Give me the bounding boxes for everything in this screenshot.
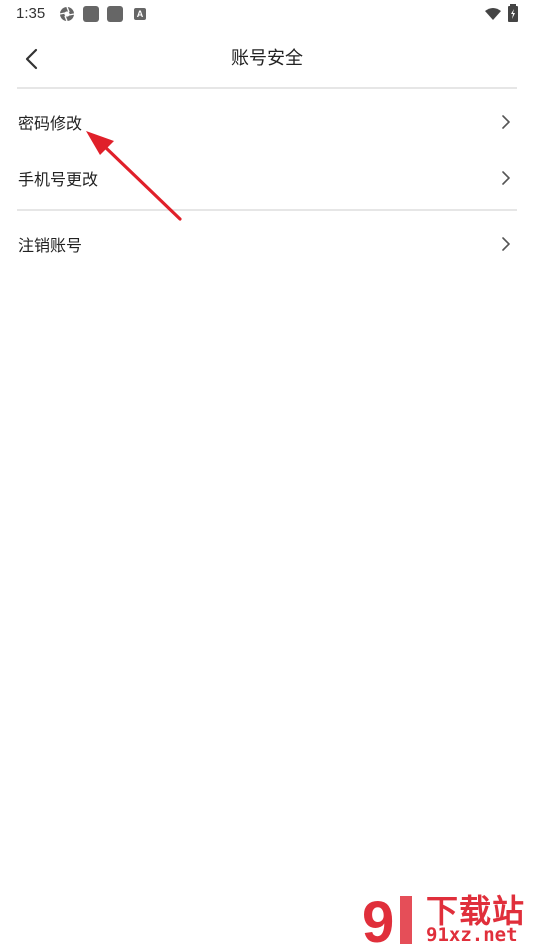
status-bar: 1:35 A bbox=[0, 0, 534, 28]
a-badge-icon: A bbox=[134, 8, 146, 20]
battery-icon bbox=[508, 4, 518, 22]
chevron-right-icon bbox=[502, 237, 510, 251]
menu-item-change-password[interactable]: 密码修改 bbox=[0, 94, 534, 150]
aperture-icon bbox=[59, 6, 75, 22]
status-time: 1:35 bbox=[16, 5, 46, 22]
app-icon bbox=[107, 6, 123, 22]
menu-item-label: 密码修改 bbox=[18, 114, 83, 133]
watermark: 9 下载站 91xz.net bbox=[360, 884, 534, 950]
chevron-right-icon bbox=[502, 115, 510, 129]
watermark-url: 91xz.net bbox=[426, 924, 518, 946]
divider bbox=[17, 209, 517, 211]
page-title: 账号安全 bbox=[231, 48, 303, 69]
header: 账号安全 bbox=[0, 28, 534, 88]
wifi-icon bbox=[485, 8, 501, 20]
watermark-logo: 9 bbox=[362, 890, 412, 948]
menu-item-change-phone[interactable]: 手机号更改 bbox=[0, 150, 534, 206]
svg-text:9: 9 bbox=[362, 890, 394, 948]
divider bbox=[17, 87, 517, 89]
screen: 1:35 A 账号安全 密码修改 手机号更改 注销账号 9 下载站 91xz.n… bbox=[0, 0, 534, 950]
menu-item-label: 注销账号 bbox=[18, 236, 83, 255]
menu-item-label: 手机号更改 bbox=[18, 170, 99, 189]
app-icon bbox=[83, 6, 99, 22]
menu-item-cancel-account[interactable]: 注销账号 bbox=[0, 216, 534, 272]
chevron-right-icon bbox=[502, 171, 510, 185]
